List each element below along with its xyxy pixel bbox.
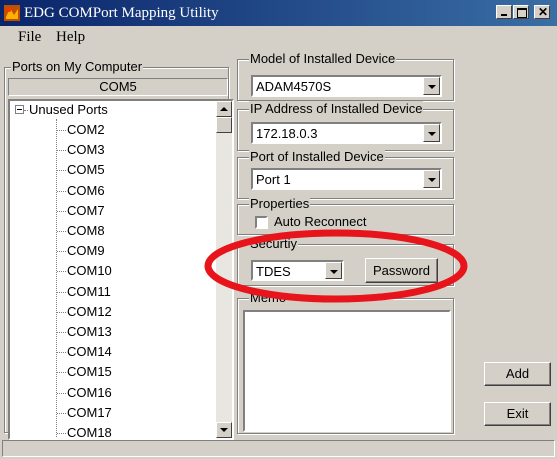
close-button[interactable]: ✕	[534, 5, 550, 19]
status-bar	[2, 440, 555, 457]
port-item[interactable]: COM11	[67, 284, 111, 300]
menu-help[interactable]: Help	[56, 29, 85, 45]
ports-panel-title: Ports on My Computer	[11, 59, 144, 75]
tree-collapse-icon[interactable]	[15, 105, 24, 114]
model-select[interactable]: ADAM4570S	[251, 75, 442, 97]
model-select-value: ADAM4570S	[256, 79, 332, 94]
port-item[interactable]: COM10	[67, 263, 112, 279]
port-item[interactable]: COM15	[67, 364, 112, 380]
scroll-down-button[interactable]	[216, 422, 232, 438]
port-group-title: Port of Installed Device	[249, 149, 385, 165]
minimize-button[interactable]	[496, 5, 512, 19]
port-item[interactable]: COM2	[67, 122, 105, 138]
scroll-thumb[interactable]	[216, 117, 232, 133]
port-item[interactable]: COM18	[67, 425, 112, 438]
port-item[interactable]: COM6	[67, 183, 105, 199]
maximize-button[interactable]	[513, 5, 529, 19]
port-item[interactable]: COM5	[67, 162, 105, 178]
minimize-icon	[501, 14, 507, 16]
app-window: EDG COMPort Mapping Utility ✕ File Help …	[0, 0, 557, 459]
model-group-title: Model of Installed Device	[249, 51, 397, 67]
port-select-value: Port 1	[256, 172, 291, 187]
port-item[interactable]: COM13	[67, 324, 112, 340]
ip-group-title: IP Address of Installed Device	[249, 101, 424, 117]
chevron-down-icon	[428, 178, 436, 182]
highlight-ellipse	[204, 229, 468, 303]
menu-bar: File Help	[0, 27, 557, 47]
close-icon: ✕	[538, 5, 549, 19]
port-item[interactable]: COM12	[67, 304, 112, 320]
properties-group-title: Properties	[249, 196, 311, 212]
exit-button[interactable]: Exit	[484, 402, 551, 426]
port-item[interactable]: COM3	[67, 142, 105, 158]
memo-textarea[interactable]	[243, 310, 451, 432]
port-item[interactable]: COM16	[67, 385, 112, 401]
ip-dropdown-button[interactable]	[423, 124, 440, 142]
window-title: EDG COMPort Mapping Utility	[24, 5, 219, 21]
port-item[interactable]: COM8	[67, 223, 105, 239]
menu-file[interactable]: File	[18, 29, 41, 45]
port-item[interactable]: COM9	[67, 243, 105, 259]
chevron-down-icon	[428, 132, 436, 136]
selected-port-value: COM5	[99, 79, 137, 94]
port-item[interactable]: COM17	[67, 405, 112, 421]
tree-root-label[interactable]: Unused Ports	[29, 102, 108, 118]
port-dropdown-button[interactable]	[423, 170, 440, 188]
port-item[interactable]: COM7	[67, 203, 105, 219]
exit-button-label: Exit	[506, 406, 529, 421]
port-item[interactable]: COM14	[67, 344, 112, 360]
scroll-up-button[interactable]	[216, 101, 232, 117]
ip-select-value: 172.18.0.3	[256, 126, 318, 141]
ip-select[interactable]: 172.18.0.3	[251, 122, 442, 144]
app-icon	[4, 5, 20, 21]
chevron-down-icon	[428, 85, 436, 89]
title-bar[interactable]: EDG COMPort Mapping Utility ✕	[0, 0, 557, 26]
add-button-label: Add	[505, 366, 530, 381]
arrow-down-icon	[220, 428, 228, 432]
port-select[interactable]: Port 1	[251, 168, 442, 190]
selected-port-display: COM5	[8, 78, 228, 96]
add-button[interactable]: Add	[484, 362, 551, 386]
model-dropdown-button[interactable]	[423, 77, 440, 95]
arrow-up-icon	[220, 107, 228, 111]
maximize-icon	[517, 8, 527, 18]
